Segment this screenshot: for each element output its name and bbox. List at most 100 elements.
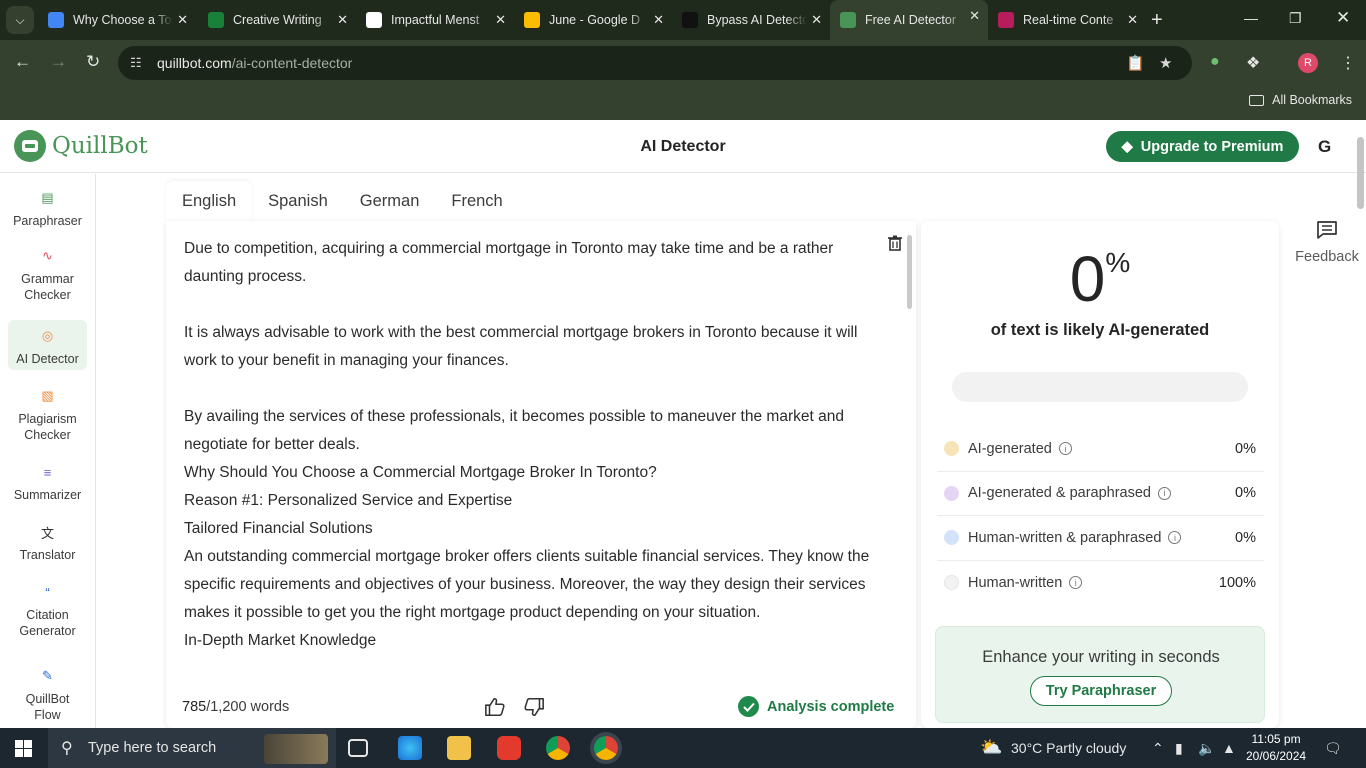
bookmark-star-icon[interactable]: ★ xyxy=(1159,54,1172,72)
thumbs-down-icon[interactable] xyxy=(523,696,545,718)
sidebar-item-ai-detector[interactable]: ◎ AI Detector xyxy=(8,320,87,370)
reload-button[interactable]: ↻ xyxy=(86,52,100,72)
tab-close-icon[interactable]: ✕ xyxy=(177,12,188,28)
trash-icon[interactable] xyxy=(888,235,902,251)
info-icon[interactable]: i xyxy=(1069,576,1083,590)
browser-tab[interactable]: Free AI Detector ✕ xyxy=(830,0,988,40)
analysis-status-text: Analysis complete xyxy=(767,698,895,715)
search-icon: ⚲ xyxy=(61,740,73,757)
tab-title: Why Choose a Top xyxy=(73,13,173,27)
file-explorer-icon[interactable] xyxy=(447,736,471,760)
tab-english[interactable]: English xyxy=(166,181,253,221)
legend-label: AI-generated & paraphrased xyxy=(968,485,1151,502)
all-bookmarks-label: All Bookmarks xyxy=(1272,93,1352,107)
sidebar-item-translator[interactable]: 文 Translator xyxy=(8,516,87,564)
sidebar-item-quillbot-flow[interactable]: ✎ QuillBot Flow xyxy=(8,660,87,724)
tab-search-button[interactable]: ⌵ xyxy=(6,6,34,34)
battery-icon[interactable]: ▮ xyxy=(1175,740,1183,757)
browser-tab[interactable]: Impactful Menst ✕ xyxy=(356,4,514,36)
profile-avatar[interactable]: R xyxy=(1298,53,1318,73)
weather-icon: ⛅ xyxy=(980,737,1003,757)
clock-time: 11:05 pm xyxy=(1251,732,1301,746)
tab-spanish[interactable]: Spanish xyxy=(252,181,344,221)
try-paraphraser-button[interactable]: Try Paraphraser xyxy=(1030,676,1172,706)
results-legend: AI-generated i 0% AI-generated & paraphrase… xyxy=(937,427,1264,605)
sidebar-item-citation-generator[interactable]: “ Citation Generator xyxy=(8,576,87,640)
sidebar-item-label: AI Detector xyxy=(16,352,79,366)
taskbar-search[interactable]: ⚲ Type here to search xyxy=(48,728,336,768)
info-icon[interactable]: i xyxy=(1168,531,1182,545)
quillbot-extension-icon[interactable]: ● xyxy=(1210,53,1220,71)
windows-taskbar: ⚲ Type here to search ⛅ 30°C Partly clou… xyxy=(0,728,1366,768)
clipboard-icon[interactable]: 📋 xyxy=(1126,54,1145,72)
site-settings-icon[interactable]: ☷ xyxy=(130,55,146,71)
tab-german[interactable]: German xyxy=(344,181,436,221)
windows-start-icon[interactable] xyxy=(15,740,32,757)
page-scrollbar[interactable] xyxy=(1357,137,1364,209)
restore-button[interactable]: ❐ xyxy=(1289,10,1302,27)
editor-paragraph: Reason #1: Personalized Service and Expe… xyxy=(184,492,513,509)
tab-close-icon[interactable]: ✕ xyxy=(337,12,348,28)
thumbs-up-icon[interactable] xyxy=(484,696,506,718)
editor-scrollbar[interactable] xyxy=(907,235,912,309)
sidebar-item-plagiarism-checker[interactable]: ▧ Plagiarism Checker xyxy=(8,380,87,444)
grammar-icon: ∿ xyxy=(42,248,53,263)
sidebar-item-grammar-checker[interactable]: ∿ Grammar Checker xyxy=(8,240,87,304)
chevron-up-icon[interactable]: ⌃ xyxy=(1152,740,1164,757)
network-icon[interactable]: ▲ xyxy=(1222,740,1236,756)
ai-score-bar xyxy=(952,372,1248,402)
legend-label: AI-generated xyxy=(968,440,1052,457)
info-icon[interactable]: i xyxy=(1058,442,1072,456)
analysis-status: Analysis complete xyxy=(738,696,894,717)
all-bookmarks-button[interactable]: All Bookmarks xyxy=(1249,93,1352,107)
sidebar-item-summarizer[interactable]: ≡ Summarizer xyxy=(8,456,87,504)
sidebar-item-paraphraser[interactable]: ▤ Paraphraser xyxy=(8,182,87,230)
edge-icon[interactable] xyxy=(398,736,422,760)
ai-score-value: 0 xyxy=(1069,243,1106,315)
kebab-menu-icon[interactable]: ⋮ xyxy=(1340,53,1356,73)
browser-tab[interactable]: Bypass AI Detecto ✕ xyxy=(672,4,830,36)
browser-tab[interactable]: Real-time Conte ✕ xyxy=(988,4,1146,36)
user-avatar[interactable]: G xyxy=(1318,137,1331,157)
chrome-icon[interactable] xyxy=(546,736,570,760)
wps-office-icon[interactable] xyxy=(497,736,521,760)
browser-tab[interactable]: Why Choose a Top ✕ xyxy=(38,4,196,36)
browser-tab[interactable]: Creative Writing ✕ xyxy=(198,4,356,36)
close-window-button[interactable]: ✕ xyxy=(1336,8,1350,28)
forward-button[interactable]: → xyxy=(50,52,67,72)
address-bar[interactable]: ☷ quillbot.com/ai-content-detector 📋 ★ xyxy=(118,46,1192,80)
weather-text[interactable]: 30°C Partly cloudy xyxy=(1011,740,1126,756)
chrome-profile-icon[interactable] xyxy=(594,736,618,760)
info-icon[interactable]: i xyxy=(1158,486,1171,500)
legend-row: AI-generated & paraphrased i 0% xyxy=(937,472,1264,516)
tab-favicon-icon xyxy=(524,12,540,28)
tab-close-icon[interactable]: ✕ xyxy=(1127,12,1138,28)
tab-french[interactable]: French xyxy=(435,181,518,221)
detection-results-panel: 0% of text is likely AI-generated AI-gen… xyxy=(921,221,1279,728)
legend-label: Human-written & paraphrased xyxy=(968,529,1162,546)
volume-icon[interactable]: 🔈 xyxy=(1198,740,1215,757)
tab-favicon-icon xyxy=(682,12,698,28)
sidebar-item-label: Translator xyxy=(19,548,76,562)
back-button[interactable]: ← xyxy=(14,52,31,72)
sidebar-item-label: Grammar Checker xyxy=(21,272,74,302)
tab-favicon-icon xyxy=(366,12,382,28)
tab-close-icon[interactable]: ✕ xyxy=(495,12,506,28)
tab-close-icon[interactable]: ✕ xyxy=(811,12,822,28)
bookmarks-bar: All Bookmarks xyxy=(0,86,1366,120)
task-view-icon[interactable] xyxy=(348,739,368,757)
upgrade-premium-button[interactable]: ◆ Upgrade to Premium xyxy=(1106,131,1299,162)
extensions-puzzle-icon[interactable]: ❖ xyxy=(1246,53,1260,73)
browser-tab[interactable]: June - Google D ✕ xyxy=(514,4,672,36)
text-editor-panel: Due to competition, acquiring a commerci… xyxy=(166,221,916,728)
notification-icon[interactable]: 🗨 xyxy=(1324,740,1342,757)
feedback-button[interactable]: Feedback xyxy=(1294,221,1360,265)
tab-close-icon[interactable]: ✕ xyxy=(969,8,980,24)
taskbar-clock[interactable]: 11:05 pm 20/06/2024 xyxy=(1246,731,1306,765)
tab-close-icon[interactable]: ✕ xyxy=(653,12,664,28)
minimize-button[interactable]: — xyxy=(1244,10,1258,26)
new-tab-button[interactable]: + xyxy=(1151,9,1163,32)
language-tabs: English Spanish German French xyxy=(166,181,519,221)
editor-text-area[interactable]: Due to competition, acquiring a commerci… xyxy=(184,235,874,665)
word-count-value: 785 xyxy=(182,699,207,715)
